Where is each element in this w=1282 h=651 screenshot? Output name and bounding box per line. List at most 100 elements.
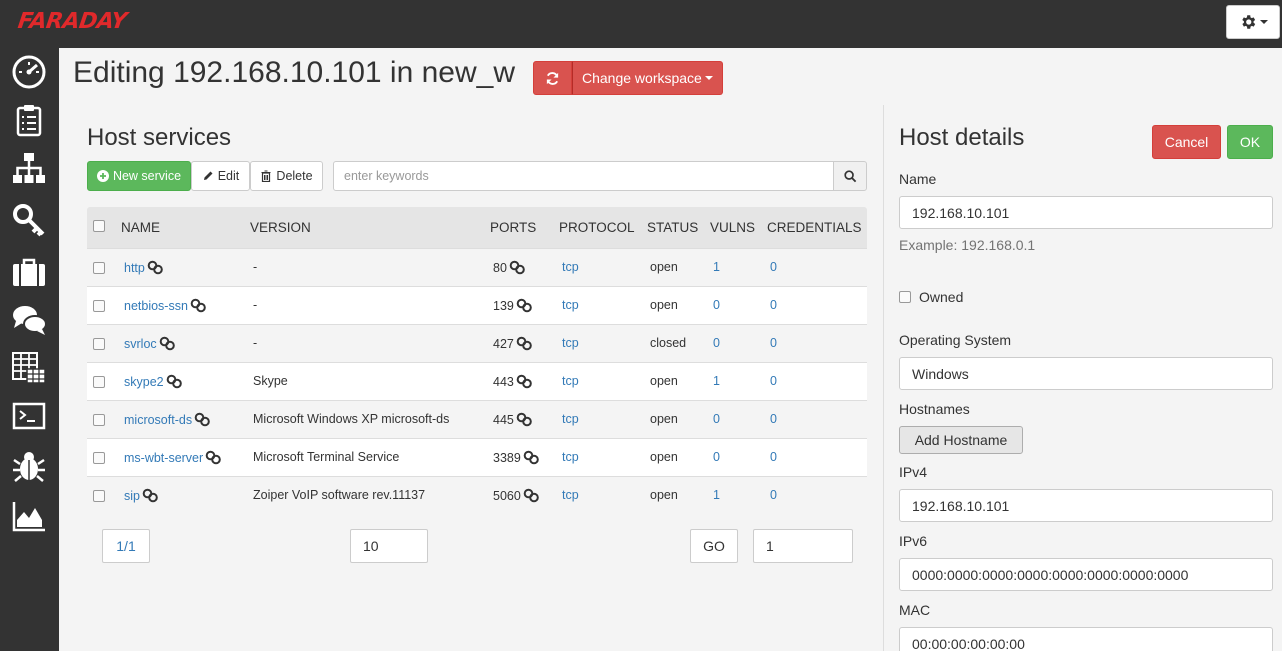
row-checkbox[interactable] — [93, 262, 105, 274]
column-header-ports[interactable]: PORTS — [490, 220, 536, 235]
sidebar-item-console[interactable] — [8, 397, 50, 435]
service-name-cell[interactable]: skype2 — [124, 374, 183, 389]
os-field[interactable]: Windows — [899, 357, 1273, 390]
add-hostname-button[interactable]: Add Hostname — [899, 426, 1023, 454]
service-port-cell: 3389 — [493, 450, 540, 465]
service-name-link[interactable]: svrloc — [124, 337, 157, 351]
service-vulns-link[interactable]: 1 — [713, 488, 720, 502]
workspaces-icon — [13, 258, 45, 286]
cancel-button[interactable]: Cancel — [1152, 125, 1221, 159]
column-header-version[interactable]: VERSION — [250, 220, 311, 235]
service-protocol-link[interactable]: tcp — [562, 374, 579, 388]
go-button[interactable]: GO — [690, 529, 738, 563]
row-checkbox[interactable] — [93, 338, 105, 350]
service-protocol-link[interactable]: tcp — [562, 260, 579, 274]
plus-circle-icon — [96, 170, 109, 182]
service-vulns-link[interactable]: 0 — [713, 412, 720, 426]
service-name-cell[interactable]: ms-wbt-server — [124, 450, 222, 465]
delete-button[interactable]: Delete — [250, 161, 323, 191]
new-service-button[interactable]: New service — [87, 161, 191, 191]
table-row[interactable]: skype2 Skype 443 tcp open 1 0 — [87, 362, 867, 400]
table-row[interactable]: microsoft-ds Microsoft Windows XP microso… — [87, 400, 867, 438]
mac-field[interactable]: 00:00:00:00:00:00 — [899, 627, 1273, 651]
service-name-link[interactable]: http — [124, 261, 145, 275]
sidebar-item-status-report[interactable] — [8, 101, 50, 139]
edit-button[interactable]: Edit — [191, 161, 250, 191]
row-checkbox[interactable] — [93, 452, 105, 464]
go-to-page-input[interactable]: 1 — [753, 529, 853, 563]
service-name-cell[interactable]: microsoft-ds — [124, 412, 211, 427]
sidebar-item-hosts[interactable] — [8, 149, 50, 187]
link-icon — [516, 298, 532, 313]
service-name-link[interactable]: ms-wbt-server — [124, 451, 203, 465]
table-row[interactable]: netbios-ssn - 139 tcp open 0 0 — [87, 286, 867, 324]
sidebar-item-analytics[interactable] — [8, 497, 50, 535]
sidebar-item-workspaces[interactable] — [8, 253, 50, 291]
service-protocol-link[interactable]: tcp — [562, 298, 579, 312]
name-field[interactable]: 192.168.10.101 — [899, 196, 1273, 229]
row-checkbox[interactable] — [93, 300, 105, 312]
service-protocol-link[interactable]: tcp — [562, 488, 579, 502]
table-row[interactable]: http - 80 tcp open 1 0 — [87, 248, 867, 286]
service-name-link[interactable]: sip — [124, 489, 140, 503]
row-checkbox[interactable] — [93, 490, 105, 502]
service-credentials-link[interactable]: 0 — [770, 450, 777, 464]
service-vulns-link[interactable]: 0 — [713, 298, 720, 312]
service-credentials-link[interactable]: 0 — [770, 260, 777, 274]
column-header-status[interactable]: STATUS — [647, 220, 698, 235]
service-name-link[interactable]: netbios-ssn — [124, 299, 188, 313]
service-name-cell[interactable]: sip — [124, 488, 159, 503]
service-vulns-link[interactable]: 1 — [713, 374, 720, 388]
ok-button[interactable]: OK — [1227, 125, 1273, 159]
page-size-input[interactable]: 10 — [350, 529, 428, 563]
sidebar-item-credentials[interactable] — [8, 201, 50, 239]
service-credentials-link[interactable]: 0 — [770, 298, 777, 312]
search-input[interactable]: enter keywords — [333, 161, 834, 191]
faraday-logo[interactable]: FARADAY — [16, 9, 128, 34]
sidebar-item-dashboard[interactable] — [8, 53, 50, 91]
service-name-link[interactable]: skype2 — [124, 375, 164, 389]
service-protocol-link[interactable]: tcp — [562, 412, 579, 426]
service-name-cell[interactable]: svrloc — [124, 336, 176, 351]
service-name-cell[interactable]: netbios-ssn — [124, 298, 207, 313]
ipv6-field[interactable]: 0000:0000:0000:0000:0000:0000:0000:0000 — [899, 558, 1273, 591]
column-header-name[interactable]: NAME — [121, 220, 160, 235]
table-row[interactable]: sip Zoiper VoIP software rev.11137 5060 tcp… — [87, 476, 867, 514]
column-header-vulns[interactable]: VULNS — [710, 220, 755, 235]
search-button[interactable] — [833, 161, 867, 191]
service-name-cell[interactable]: http — [124, 260, 164, 275]
service-protocol-link[interactable]: tcp — [562, 336, 579, 350]
new-service-label: New service — [112, 169, 182, 183]
host-details-heading: Host details — [899, 124, 1025, 151]
table-row[interactable]: ms-wbt-server Microsoft Terminal Service 3… — [87, 438, 867, 476]
service-credentials-link[interactable]: 0 — [770, 336, 777, 350]
row-checkbox[interactable] — [93, 414, 105, 426]
service-credentials-link[interactable]: 0 — [770, 412, 777, 426]
settings-button[interactable] — [1226, 5, 1280, 39]
service-vulns-link[interactable]: 0 — [713, 450, 720, 464]
sidebar-item-vulnerability-db[interactable] — [8, 447, 50, 485]
sidebar-item-executive-report[interactable] — [8, 349, 50, 387]
ipv4-field[interactable]: 192.168.10.101 — [899, 489, 1273, 522]
service-port-cell: 80 — [493, 260, 526, 275]
column-header-protocol[interactable]: PROTOCOL — [559, 220, 635, 235]
link-icon — [516, 336, 532, 351]
service-version-cell: Microsoft Terminal Service — [253, 450, 400, 464]
refresh-button[interactable] — [533, 61, 572, 95]
row-checkbox[interactable] — [93, 376, 105, 388]
change-workspace-button[interactable]: Change workspace — [572, 61, 723, 95]
service-name-link[interactable]: microsoft-ds — [124, 413, 192, 427]
service-protocol-link[interactable]: tcp — [562, 450, 579, 464]
service-vulns-link[interactable]: 0 — [713, 336, 720, 350]
select-all-checkbox[interactable] — [93, 220, 105, 232]
page-indicator[interactable]: 1/1 — [102, 529, 150, 563]
owned-checkbox[interactable] — [899, 291, 911, 303]
table-row[interactable]: svrloc - 427 tcp closed 0 0 — [87, 324, 867, 362]
refresh-icon — [546, 71, 559, 85]
service-vulns-link[interactable]: 1 — [713, 260, 720, 274]
service-credentials-link[interactable]: 0 — [770, 374, 777, 388]
column-header-credentials[interactable]: CREDENTIALS — [767, 220, 862, 235]
service-credentials-link[interactable]: 0 — [770, 488, 777, 502]
sidebar-item-communication[interactable] — [8, 301, 50, 339]
name-label: Name — [899, 171, 937, 187]
